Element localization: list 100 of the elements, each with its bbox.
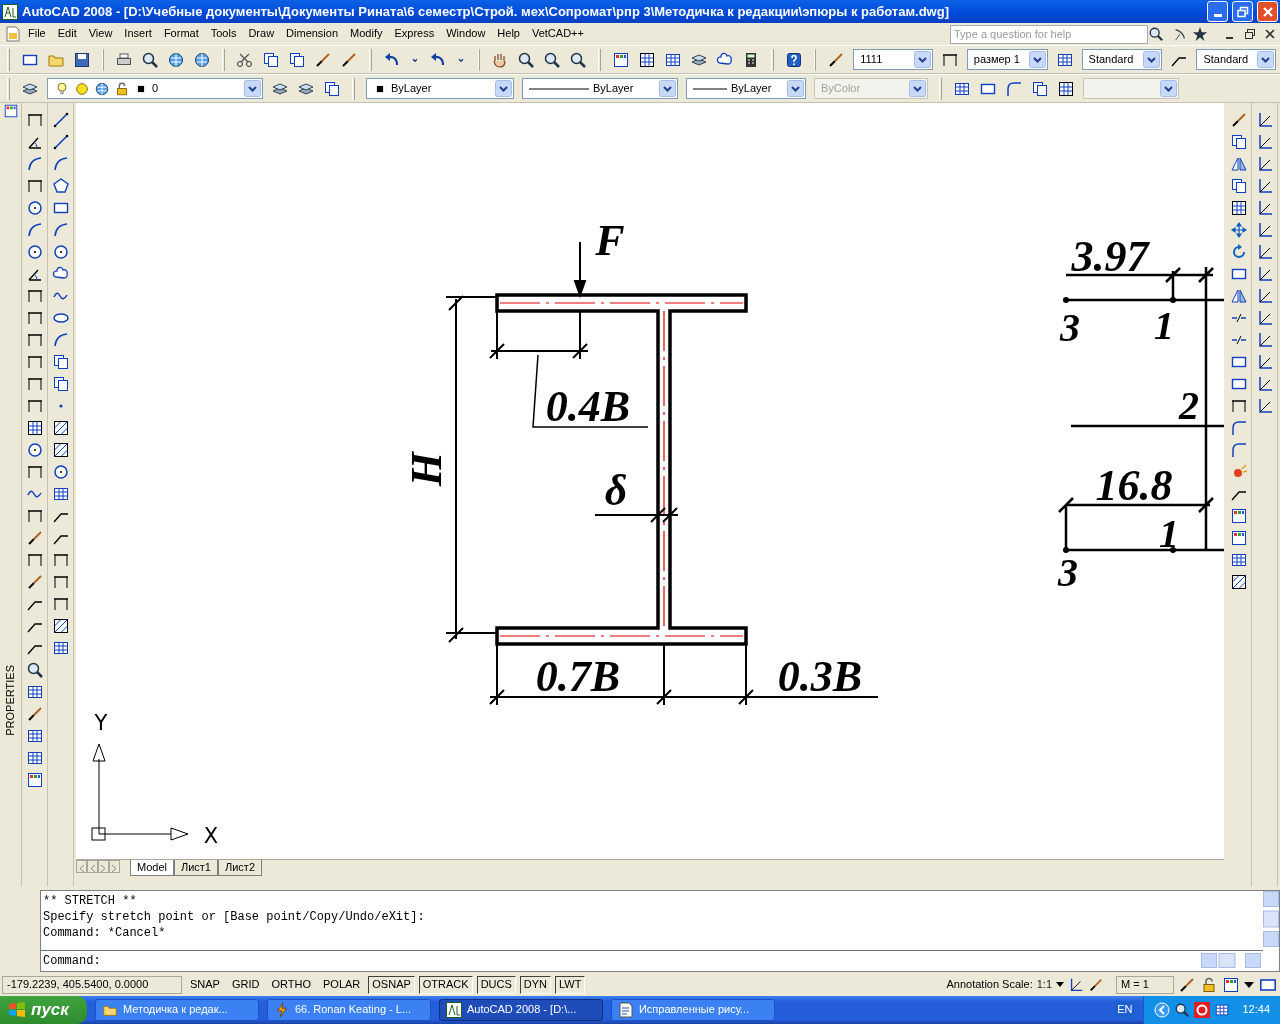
hatch-icon[interactable] [1229, 573, 1248, 591]
taskbar-button[interactable]: 66. Ronan Keating - L... [266, 999, 431, 1021]
menu-item[interactable]: Insert [118, 26, 158, 42]
diagonal-line-icon[interactable] [51, 111, 70, 129]
layer-dropdown[interactable]: 0 [47, 78, 263, 99]
horizontal-scrollbar[interactable] [1201, 953, 1261, 968]
grid-icon[interactable] [1229, 199, 1248, 217]
circle-icon[interactable] [25, 243, 44, 261]
circle-icon[interactable] [51, 463, 70, 481]
vertical-scrollbar[interactable] [1263, 891, 1279, 947]
palette-icon[interactable] [1222, 975, 1240, 994]
lineweight-dropdown[interactable]: ByLayer [686, 78, 806, 99]
palette-icon[interactable] [25, 771, 44, 789]
corner-curve-icon[interactable] [1229, 419, 1248, 437]
minimize-button[interactable] [1207, 1, 1228, 22]
magnifier-icon[interactable] [25, 661, 44, 679]
circle-icon[interactable] [25, 199, 44, 217]
circle-icon[interactable] [25, 441, 44, 459]
magnifier-icon[interactable] [141, 50, 160, 69]
palette-icon[interactable] [1229, 529, 1248, 547]
menu-item[interactable]: Express [388, 26, 441, 42]
dimension-icon[interactable] [1229, 397, 1248, 415]
globe-icon[interactable] [94, 80, 110, 97]
linetype-dropdown[interactable]: ByLayer [522, 78, 678, 99]
copy-icon[interactable] [1229, 133, 1248, 151]
brush-icon[interactable] [827, 50, 846, 69]
arc-icon[interactable] [51, 221, 70, 239]
arc-icon[interactable] [25, 155, 44, 173]
globe-icon[interactable] [167, 50, 186, 69]
menu-item[interactable]: Window [440, 26, 492, 42]
dimension-icon[interactable] [25, 111, 44, 129]
hatch-icon[interactable] [51, 441, 70, 459]
command-prompt[interactable]: Command: [43, 953, 101, 969]
corner-curve-icon[interactable] [1229, 441, 1248, 459]
grid-icon[interactable] [637, 50, 656, 69]
dimension-icon[interactable] [25, 353, 44, 371]
start-button[interactable]: пуск [0, 996, 87, 1024]
dimension-icon[interactable] [25, 551, 44, 569]
dimension-icon[interactable] [25, 177, 44, 195]
magnifier-icon[interactable] [1174, 1002, 1191, 1018]
dimension-icon[interactable] [25, 331, 44, 349]
layout-tab[interactable]: Лист2 [218, 860, 263, 876]
menu-item[interactable]: Edit [51, 26, 83, 42]
status-toggle[interactable]: DYN [519, 975, 552, 994]
dimension-icon[interactable] [25, 507, 44, 525]
taskbar-button[interactable]: Методичка к редак... [94, 999, 259, 1021]
menu-item[interactable]: Dimension [280, 26, 345, 42]
ring-icon[interactable] [1194, 1002, 1211, 1018]
restore-button[interactable] [1232, 1, 1253, 22]
taskbar-button[interactable]: Исправленные рису... [610, 999, 775, 1021]
multileader-style-dropdown[interactable]: Standard [1196, 49, 1276, 70]
magnifier-icon[interactable] [543, 50, 562, 69]
menu-item[interactable]: View [82, 26, 119, 42]
annotation-scale-dropdown[interactable]: 1:1 [1036, 976, 1064, 993]
magnifier-icon[interactable] [517, 50, 536, 69]
arc-icon[interactable] [51, 331, 70, 349]
dimension-icon[interactable] [51, 551, 70, 569]
light-bulb-icon[interactable] [54, 80, 70, 97]
copy-icon[interactable] [1031, 79, 1049, 98]
dimension-icon[interactable] [25, 287, 44, 305]
menu-item[interactable]: Modify [344, 26, 389, 42]
layout-tab[interactable]: Model [130, 860, 174, 876]
star-icon[interactable] [1192, 26, 1208, 42]
color-dropdown[interactable]: ByLayer [366, 78, 514, 99]
globe-icon[interactable] [193, 50, 212, 69]
copy-icon[interactable] [261, 50, 280, 69]
drawing-canvas[interactable]: F 0.4B H δ 0.7B 0.3B 3.97 3 1 2 16.8 1 3 Y X [76, 103, 1224, 859]
copy-icon[interactable] [1229, 177, 1248, 195]
table-icon[interactable] [1229, 551, 1248, 569]
diagonal-line-icon[interactable] [51, 133, 70, 151]
dimension-style-dropdown[interactable]: размер 1 [966, 49, 1048, 70]
table-style-dropdown[interactable]: Standard [1081, 49, 1163, 70]
padlock-icon[interactable] [1200, 975, 1218, 994]
dimension-icon[interactable] [25, 463, 44, 481]
magnifier-icon[interactable] [569, 50, 588, 69]
triangles-icon[interactable] [1229, 287, 1248, 305]
triangles-icon[interactable] [1229, 155, 1248, 173]
status-toggle[interactable]: OTRACK [418, 975, 473, 994]
sun-icon[interactable] [74, 80, 90, 97]
brush-icon[interactable] [1178, 975, 1196, 994]
caret-icon[interactable] [1244, 981, 1254, 988]
menu-item[interactable]: Help [491, 26, 526, 42]
dimension-icon[interactable] [51, 595, 70, 613]
table-icon[interactable] [51, 639, 70, 657]
table-icon[interactable] [51, 485, 70, 503]
dimension-icon[interactable] [25, 309, 44, 327]
table-icon[interactable] [25, 683, 44, 701]
table-icon[interactable] [25, 749, 44, 767]
copy-icon[interactable] [287, 50, 306, 69]
grid-icon[interactable] [25, 419, 44, 437]
help-icon[interactable] [784, 50, 803, 69]
copy-icon[interactable] [51, 353, 70, 371]
magnifier-icon[interactable] [1148, 26, 1164, 42]
hatch-icon[interactable] [51, 419, 70, 437]
circle-icon[interactable] [51, 243, 70, 261]
hatch-icon[interactable] [51, 617, 70, 635]
palette-icon[interactable] [611, 50, 630, 69]
language-indicator[interactable]: EN [1114, 1001, 1136, 1019]
corner-curve-icon[interactable] [1005, 79, 1023, 98]
dimension-icon[interactable] [25, 397, 44, 415]
